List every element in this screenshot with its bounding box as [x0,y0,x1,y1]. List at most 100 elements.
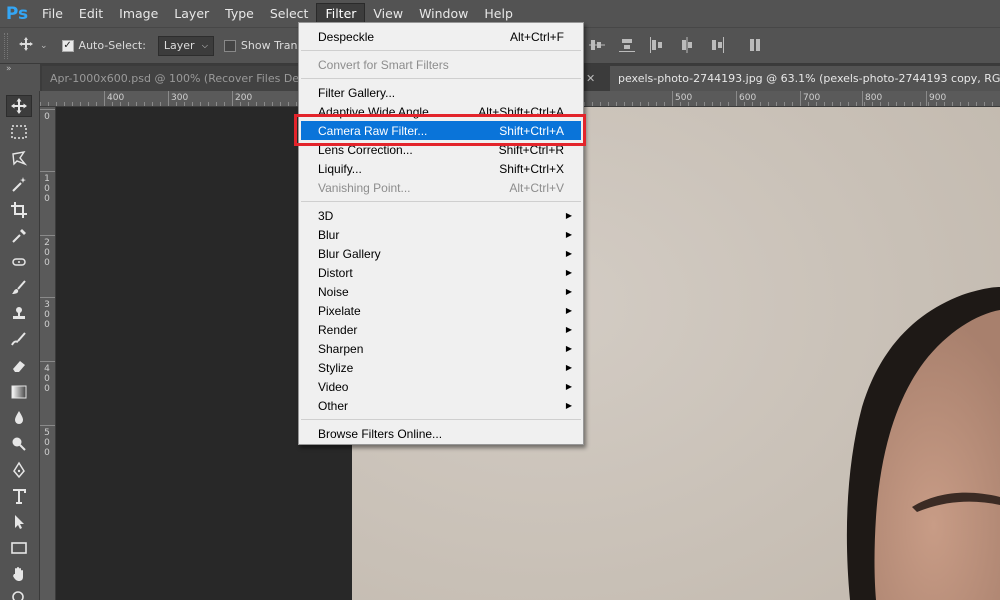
ruler-minor-tick [800,102,801,106]
filter-item-distort[interactable]: Distort ▶ [301,263,581,282]
ruler-minor-tick [888,102,889,106]
filter-item-blur-gallery[interactable]: Blur Gallery ▶ [301,244,581,263]
document-tab-inactive[interactable]: Apr-1000x600.psd @ 100% (Recover Files D… [42,66,300,91]
zoom-tool-icon[interactable] [6,587,32,600]
move-icon [18,36,34,56]
path-selection-icon[interactable] [6,511,32,533]
stamp-tool-icon[interactable] [6,303,32,325]
options-grip[interactable] [4,32,8,59]
healing-brush-icon[interactable] [6,251,32,273]
ruler-minor-tick [96,102,97,106]
filter-item-filter-gallery[interactable]: Filter Gallery... [301,83,581,102]
filter-item-liquify[interactable]: Liquify... Shift+Ctrl+X [301,159,581,178]
lasso-tool-icon[interactable] [6,147,32,169]
eyedropper-icon[interactable] [6,225,32,247]
collapse-panel-icon[interactable]: » [6,64,12,74]
filter-item-other[interactable]: Other ▶ [301,396,581,415]
ruler-minor-tick [248,102,249,106]
filter-item-3d[interactable]: 3D ▶ [301,206,581,225]
menu-item-label: Distort [318,265,353,280]
ruler-label: 600 [739,93,757,103]
filter-item-despeckle[interactable]: Despeckle Alt+Ctrl+F [301,27,581,46]
photoshop-logo: Ps [5,3,29,24]
ruler-minor-tick [208,102,209,106]
submenu-arrow-icon: ▶ [565,325,572,334]
filter-item-blur[interactable]: Blur ▶ [301,225,581,244]
menu-item-shortcut: Shift+Ctrl+X [499,161,564,176]
filter-item-stylize[interactable]: Stylize ▶ [301,358,581,377]
ruler-minor-tick [40,102,41,106]
ruler-minor-tick [168,102,169,106]
filter-item-vanishing-point[interactable]: Vanishing Point... Alt+Ctrl+V [301,178,581,197]
menu-edit[interactable]: Edit [71,3,111,25]
filter-item-convert-for-smart-filters[interactable]: Convert for Smart Filters [301,55,581,74]
ruler-label: 500 [675,93,693,103]
menu-image[interactable]: Image [111,3,166,25]
pen-tool-icon[interactable] [6,459,32,481]
ruler-minor-tick [760,102,761,106]
ruler-minor-tick [632,102,633,106]
menu-file[interactable]: File [34,3,71,25]
brush-tool-icon[interactable] [6,277,32,299]
menu-item-label: Despeckle [318,29,375,44]
dodge-tool-icon[interactable] [6,433,32,455]
align-left-edges-icon[interactable] [648,36,666,54]
rectangle-tool-icon[interactable] [6,537,32,559]
crop-tool-icon[interactable] [6,199,32,221]
auto-select-checkbox[interactable]: ✓ Auto-Select: [61,39,146,52]
submenu-arrow-icon: ▶ [565,230,572,239]
show-transform-checkbox[interactable]: Show Transf [223,39,307,52]
menu-item-label: Other [318,398,349,413]
auto-select-target-dropdown[interactable]: Layer ⌵ [157,35,214,56]
tool-preset-picker[interactable]: ⌄ [18,36,48,56]
align-vertical-centers-icon[interactable] [588,36,606,54]
menu-item-label: Blur Gallery [318,246,381,261]
align-horizontal-centers-icon[interactable] [678,36,696,54]
submenu-arrow-icon: ▶ [565,401,572,410]
ruler-label: 5 0 0 [44,428,50,458]
ruler-minor-tick [80,102,81,106]
menu-item-label: Browse Filters Online... [318,426,443,441]
hand-tool-icon[interactable] [6,563,32,585]
ruler-tick [926,91,927,106]
ruler-minor-tick [944,102,945,106]
ruler-tick [40,425,55,426]
ruler-minor-tick [936,102,937,106]
show-transform-check[interactable] [223,39,236,52]
ruler-minor-tick [232,102,233,106]
ruler-minor-tick [288,102,289,106]
ruler-minor-tick [840,102,841,106]
history-brush-icon[interactable] [6,329,32,351]
filter-item-pixelate[interactable]: Pixelate ▶ [301,301,581,320]
ruler-minor-tick [928,102,929,106]
ruler-minor-tick [120,102,121,106]
document-tab-active[interactable]: pexels-photo-2744193.jpg @ 63.1% (pexels… [610,66,1000,91]
move-tool-icon[interactable] [6,95,32,117]
blur-tool-icon[interactable] [6,407,32,429]
filter-item-video[interactable]: Video ▶ [301,377,581,396]
type-tool-icon[interactable] [6,485,32,507]
filter-item-render[interactable]: Render ▶ [301,320,581,339]
align-right-edges-icon[interactable] [708,36,726,54]
magic-wand-icon[interactable] [6,173,32,195]
filter-item-noise[interactable]: Noise ▶ [301,282,581,301]
ruler-minor-tick [744,102,745,106]
close-icon[interactable]: ✕ [586,72,595,85]
auto-select-check[interactable]: ✓ [61,39,74,52]
menu-type[interactable]: Type [217,3,262,25]
filter-item-sharpen[interactable]: Sharpen ▶ [301,339,581,358]
ruler-label: 400 [107,93,125,103]
menu-layer[interactable]: Layer [166,3,217,25]
ruler-minor-tick [824,102,825,106]
eraser-icon[interactable] [6,355,32,377]
filter-item-browse-filters-online[interactable]: Browse Filters Online... [301,424,581,443]
marquee-tool-icon[interactable] [6,121,32,143]
ruler-minor-tick [864,102,865,106]
submenu-arrow-icon: ▶ [565,382,572,391]
align-bottom-edges-icon[interactable] [618,36,636,54]
menu-item-label: Filter Gallery... [318,85,396,100]
distribute-icon[interactable] [746,36,764,54]
ruler-minor-tick [984,102,985,106]
gradient-tool-icon[interactable] [6,381,32,403]
vertical-ruler[interactable]: 0 1 0 0 2 0 0 3 0 0 4 0 0 5 0 0 [40,107,56,600]
